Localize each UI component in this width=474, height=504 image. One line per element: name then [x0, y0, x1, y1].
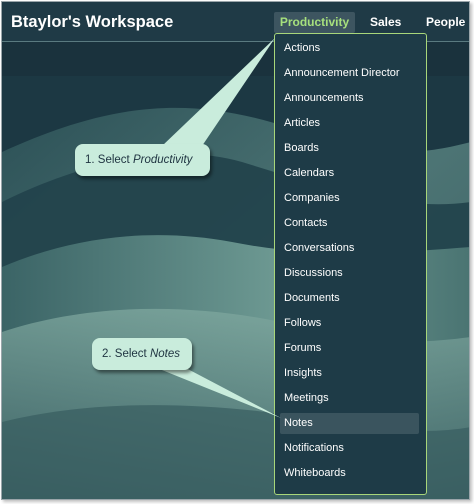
- callout-pointer-2: [152, 366, 281, 418]
- callout-pointer-1: [162, 38, 275, 146]
- callout-pointers: [152, 38, 281, 418]
- callout-step-1-prefix: 1. Select: [85, 154, 133, 166]
- callout-step-2-target: Notes: [149, 348, 180, 360]
- callout-step-2: 2. Select Notes: [92, 338, 192, 370]
- callout-step-1: 1. Select Productivity: [75, 144, 210, 176]
- callout-step-2-prefix: 2. Select: [102, 348, 150, 360]
- callout-step-1-target: Productivity: [132, 154, 193, 166]
- app-window: Btaylor's Workspace Productivity Sales P…: [1, 1, 470, 500]
